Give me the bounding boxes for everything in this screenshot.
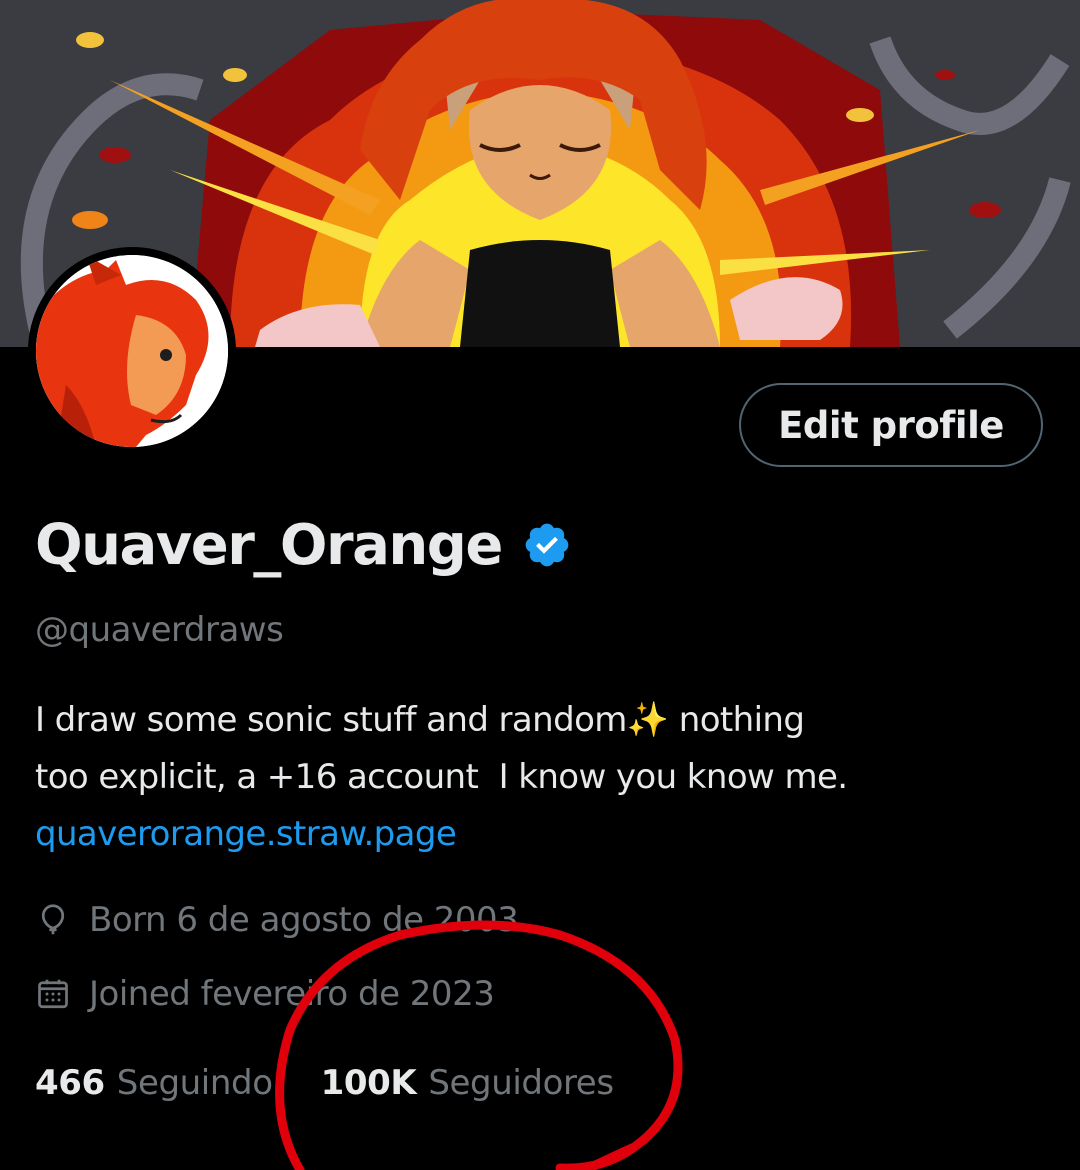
profile-name-row: Quaver_Orange xyxy=(35,505,572,585)
edit-profile-button[interactable]: Edit profile xyxy=(739,383,1043,467)
join-date-row: Joined fevereiro de 2023 xyxy=(35,966,495,1022)
balloon-icon xyxy=(41,904,65,935)
avatar[interactable] xyxy=(28,247,236,455)
bio-line-2: too explicit, a +16 account I know you k… xyxy=(35,757,848,797)
display-name: Quaver_Orange xyxy=(35,512,503,578)
following-label: Seguindo xyxy=(116,1063,273,1103)
calendar-icon xyxy=(38,979,68,1009)
avatar-image xyxy=(36,255,228,447)
profile-handle: @quaverdraws xyxy=(35,610,284,650)
follow-stats: 466 Seguindo 100K Seguidores xyxy=(35,1055,614,1111)
followers-link[interactable]: 100K Seguidores xyxy=(321,1063,614,1103)
bio-link[interactable]: quaverorange.straw.page xyxy=(35,806,1055,863)
join-date: Joined fevereiro de 2023 xyxy=(89,974,495,1014)
birth-date: Born 6 de agosto de 2003 xyxy=(89,900,519,940)
birth-date-row: Born 6 de agosto de 2003 xyxy=(35,892,519,948)
followers-count: 100K xyxy=(320,1063,417,1103)
avatar-artwork xyxy=(36,255,228,447)
following-link[interactable]: 466 Seguindo xyxy=(35,1063,273,1103)
bio-line-1: I draw some sonic stuff and random✨ noth… xyxy=(35,700,805,740)
followers-label: Seguidores xyxy=(428,1063,614,1103)
profile-bio: I draw some sonic stuff and random✨ noth… xyxy=(35,692,1055,863)
verified-badge-icon[interactable] xyxy=(522,520,572,570)
following-count: 466 xyxy=(35,1063,105,1103)
